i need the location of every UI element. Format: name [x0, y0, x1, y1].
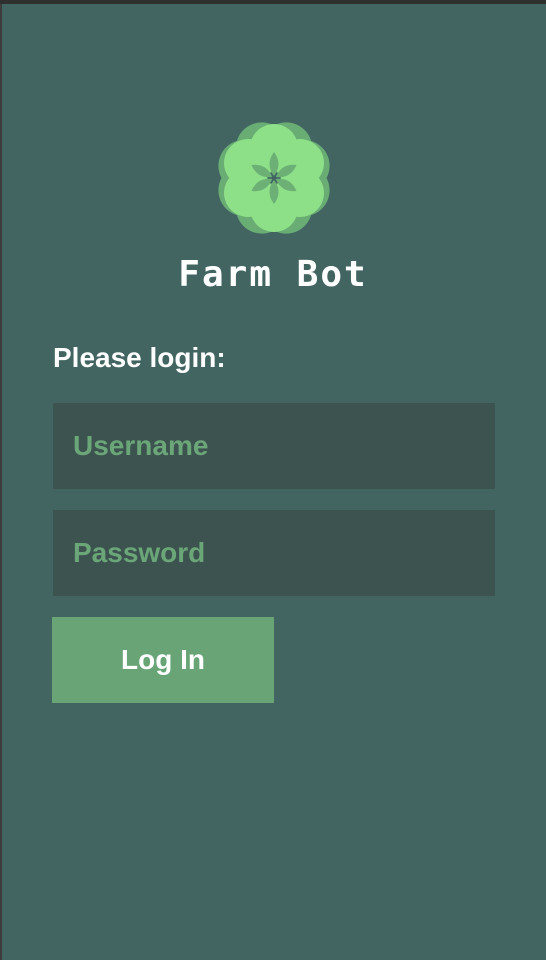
- username-input[interactable]: [53, 403, 495, 489]
- password-input[interactable]: [53, 510, 495, 596]
- login-prompt: Please login:: [53, 342, 226, 373]
- login-button[interactable]: Log In: [52, 617, 274, 703]
- flower-logo-icon: [218, 122, 330, 234]
- app-title: Farm Bot: [178, 254, 368, 295]
